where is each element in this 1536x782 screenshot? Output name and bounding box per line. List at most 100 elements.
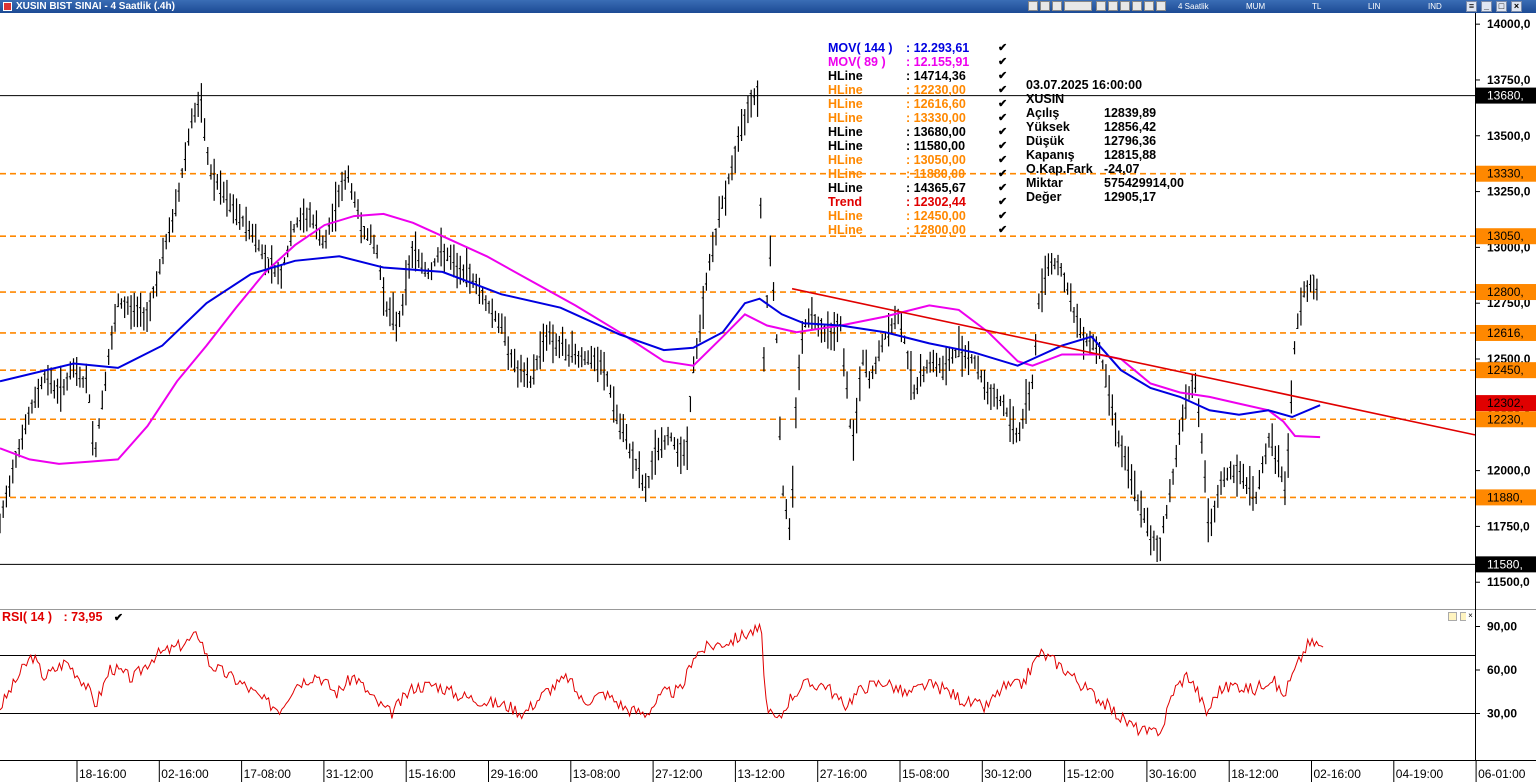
time-tick-label: 15-08:00: [902, 767, 950, 781]
window-restore-icon[interactable]: □: [1496, 1, 1507, 12]
price-tick-label: 11750,0: [1487, 519, 1530, 533]
toolbar-print-icon[interactable]: [1028, 1, 1038, 11]
hline-price-label: 12616,: [1487, 326, 1524, 340]
toolbar-grid-icon[interactable]: [1144, 1, 1154, 11]
toolbar-draw-icon[interactable]: [1108, 1, 1118, 11]
legend-name: MOV( 144 ): [828, 41, 893, 55]
hline-price-label: 12800,: [1487, 285, 1524, 299]
hline-price-label: 11580,: [1487, 557, 1523, 571]
legend-name: HLine: [828, 139, 863, 153]
rsi-legend-check-icon[interactable]: ✔: [114, 612, 123, 624]
legend-name: HLine: [828, 111, 863, 125]
toolbar-period-icon[interactable]: [1064, 1, 1092, 11]
price-tick-label: 12000,0: [1487, 464, 1531, 478]
legend-row: HLine : 14714,36 ✔: [828, 69, 1007, 83]
time-tick-label: 30-16:00: [1149, 767, 1197, 781]
window-title: XUSIN BIST SINAI - 4 Saatlik (.4h): [16, 1, 175, 12]
legend-name: HLine: [828, 69, 863, 83]
info-label: Miktar: [1026, 176, 1063, 190]
info-value: 12856,42: [1104, 120, 1157, 134]
legend-row: HLine: 12230,00 ✔: [828, 83, 1007, 97]
rsi-panel-size-icon[interactable]: [1448, 612, 1457, 621]
toolbar-scroll-icon[interactable]: [1156, 1, 1166, 11]
legend-name: MOV( 89 ): [828, 55, 886, 69]
info-value: 12815,88: [1104, 148, 1157, 162]
legend-check-icon[interactable]: ✔: [998, 209, 1007, 223]
legend-check-icon[interactable]: ✔: [998, 139, 1007, 153]
price-tick-label: 13250,0: [1487, 185, 1531, 199]
hline-price-label: 13330,: [1487, 167, 1524, 181]
toolbar-indicator-label[interactable]: IND: [1428, 0, 1442, 13]
info-label: Düşük: [1026, 134, 1065, 148]
toolbar-copy-icon[interactable]: [1052, 1, 1062, 11]
legend-name: HLine: [828, 223, 863, 237]
legend-check-icon[interactable]: ✔: [998, 125, 1007, 139]
legend-row: HLine: 12616,60 ✔: [828, 97, 1007, 111]
time-tick-label: 30-12:00: [984, 767, 1032, 781]
hline-price-label: 12230,: [1487, 412, 1524, 426]
legend-check-icon[interactable]: ✔: [998, 195, 1007, 209]
info-value: 12905,17: [1104, 190, 1157, 204]
legend-check-icon[interactable]: ✔: [998, 97, 1007, 111]
window-minimize-icon[interactable]: _: [1481, 1, 1492, 12]
info-row: Düşük 12796,36: [1026, 134, 1184, 148]
legend-value: : 12800,00: [906, 223, 966, 237]
legend-value: : 12616,60: [906, 97, 966, 111]
time-tick-label: 02-16:00: [1314, 767, 1362, 781]
legend-check-icon[interactable]: ✔: [998, 55, 1007, 69]
trend-price-label: 12302,: [1487, 396, 1524, 410]
legend-check-icon[interactable]: ✔: [998, 69, 1007, 83]
legend-check-icon[interactable]: ✔: [998, 153, 1007, 167]
toolbar-currency-label[interactable]: TL: [1312, 0, 1321, 13]
info-row: Yüksek 12856,42: [1026, 120, 1184, 134]
legend-row: HLine : 14365,67 ✔: [828, 181, 1007, 195]
info-label: Yüksek: [1026, 120, 1070, 134]
legend-row: HLine: 12450,00 ✔: [828, 209, 1007, 223]
legend-value: : 12.155,91: [906, 55, 970, 69]
app-icon: [3, 2, 12, 11]
legend-value: : 13330,00: [906, 111, 966, 125]
info-label: O.Kap.Fark: [1026, 162, 1093, 176]
toolbar-chart-type-label[interactable]: MUM: [1246, 0, 1265, 13]
toolbar-scale-label[interactable]: LIN: [1368, 0, 1380, 13]
legend-check-icon[interactable]: ✔: [998, 41, 1007, 55]
time-tick-label: 31-12:00: [326, 767, 374, 781]
rsi-panel-close-icon[interactable]: ×: [1466, 612, 1475, 621]
rsi-chart[interactable]: 90,00 60,00 30,00: [0, 609, 1536, 760]
legend-value: : 14714,36: [906, 69, 966, 83]
price-chart[interactable]: 14000,013750,013500,013250,013000,012750…: [0, 13, 1536, 609]
legend-row: MOV( 89 ) : 12.155,91 ✔: [828, 55, 1007, 69]
legend-value: : 13050,00: [906, 153, 966, 167]
toolbar-pen-icon[interactable]: [1120, 1, 1130, 11]
legend-check-icon[interactable]: ✔: [998, 83, 1007, 97]
time-tick-label: 18-16:00: [79, 767, 127, 781]
legend-value: : 12302,44: [906, 195, 966, 209]
time-tick-label: 13-08:00: [573, 767, 621, 781]
info-value: -24,07: [1104, 162, 1140, 176]
legend-check-icon[interactable]: ✔: [998, 167, 1007, 181]
toolbar-zoom-icon[interactable]: [1096, 1, 1106, 11]
price-tick-label: 13500,0: [1487, 129, 1531, 143]
legend-value: : 11580,00: [906, 139, 966, 153]
legend-row: HLine: 13050,00 ✔: [828, 153, 1007, 167]
window-close-icon[interactable]: ×: [1511, 1, 1522, 12]
legend-check-icon[interactable]: ✔: [998, 181, 1007, 195]
legend-name: HLine: [828, 167, 863, 181]
legend-row: MOV( 144 ) : 12.293,61 ✔: [828, 41, 1007, 55]
info-row: Değer 12905,17: [1026, 190, 1184, 204]
legend-check-icon[interactable]: ✔: [998, 111, 1007, 125]
price-tick-label: 11500,0: [1487, 575, 1530, 589]
window-menu-icon[interactable]: ≡: [1466, 1, 1477, 12]
toolbar-period-label[interactable]: 4 Saatlik: [1178, 0, 1209, 13]
legend-value: : 12.293,61: [906, 41, 970, 55]
toolbar-save-icon[interactable]: [1040, 1, 1050, 11]
legend-check-icon[interactable]: ✔: [998, 223, 1007, 237]
toolbar-settings-icon[interactable]: [1132, 1, 1142, 11]
legend-value: : 12230,00: [906, 83, 966, 97]
info-label: Değer: [1026, 190, 1062, 204]
info-symbol: XUSIN: [1026, 92, 1065, 106]
legend-name: HLine: [828, 125, 863, 139]
legend-name: HLine: [828, 181, 863, 195]
legend-value: : 14365,67: [906, 181, 966, 195]
hline-price-label: 13680,: [1487, 89, 1524, 103]
